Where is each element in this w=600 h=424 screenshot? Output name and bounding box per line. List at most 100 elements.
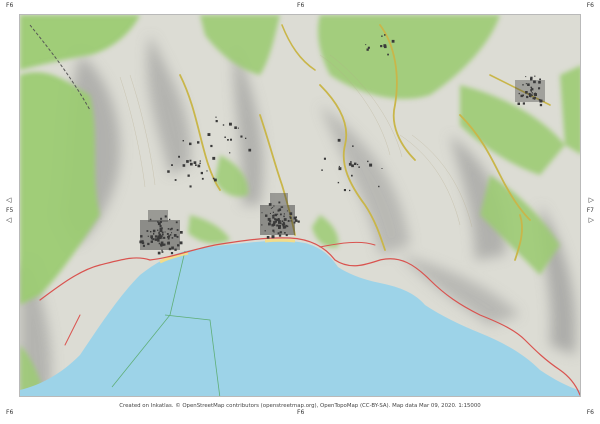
building <box>245 137 247 139</box>
building <box>201 177 204 180</box>
building <box>215 116 217 118</box>
building <box>350 161 352 163</box>
building <box>214 178 217 182</box>
map-sheet: F6 F6 F6 ◁ F5 ◁ ▷ F7 ▷ F6 F6 F6 Created … <box>0 0 600 424</box>
building <box>261 212 263 214</box>
building <box>531 92 533 94</box>
building <box>367 46 370 49</box>
building <box>175 221 178 224</box>
building <box>158 242 161 245</box>
building <box>289 212 293 215</box>
building <box>380 45 383 48</box>
building <box>149 218 152 221</box>
map-credit: Created on Inkatlas. © OpenStreetMap con… <box>119 403 481 409</box>
building <box>528 93 530 95</box>
building <box>530 90 532 92</box>
building <box>538 87 541 90</box>
building <box>189 142 192 146</box>
building <box>159 225 162 228</box>
building <box>199 162 201 164</box>
building <box>161 243 163 245</box>
building <box>273 221 276 224</box>
building <box>321 169 323 171</box>
building <box>266 236 270 239</box>
right-arrow-up-icon: ▷ <box>588 196 594 204</box>
grid-label-bottom-right: F6 <box>586 409 594 416</box>
building <box>152 229 156 233</box>
building <box>272 214 275 217</box>
building <box>286 225 288 227</box>
building <box>337 181 340 184</box>
building <box>534 75 536 77</box>
topo-map <box>20 15 580 396</box>
building <box>383 44 387 47</box>
left-arrow-down-icon: ◁ <box>6 216 12 224</box>
building <box>387 53 389 56</box>
building <box>366 48 369 51</box>
building <box>272 207 274 209</box>
building <box>522 84 524 86</box>
building <box>199 160 201 162</box>
building <box>157 229 159 231</box>
building <box>525 91 528 94</box>
map-frame[interactable] <box>19 14 581 397</box>
building <box>273 231 275 233</box>
building <box>348 162 352 166</box>
building <box>534 96 536 99</box>
building <box>278 220 280 222</box>
building <box>357 163 359 166</box>
building <box>168 241 170 244</box>
building <box>282 224 285 227</box>
building <box>154 235 158 238</box>
building <box>517 102 520 105</box>
building <box>234 126 237 129</box>
building <box>358 166 360 168</box>
building <box>161 249 163 251</box>
building <box>533 80 536 84</box>
building <box>283 215 285 218</box>
building <box>140 235 143 238</box>
building <box>337 138 341 142</box>
building <box>164 231 166 233</box>
building <box>171 164 173 166</box>
building <box>171 227 173 230</box>
building <box>279 231 282 234</box>
building <box>157 222 161 226</box>
building <box>174 248 177 251</box>
building <box>280 213 282 216</box>
building <box>182 140 184 142</box>
building <box>539 103 543 107</box>
building <box>229 122 232 126</box>
building <box>152 238 155 241</box>
building <box>248 148 252 152</box>
grid-label-top-left: F6 <box>6 2 14 9</box>
building <box>540 100 543 102</box>
building <box>531 94 533 96</box>
left-arrow-up-icon: ◁ <box>6 196 12 204</box>
building <box>189 185 192 188</box>
building <box>283 218 287 221</box>
building <box>227 139 229 141</box>
building <box>167 228 170 230</box>
building <box>179 241 183 245</box>
building <box>237 127 239 129</box>
building <box>210 144 213 148</box>
building <box>147 235 149 237</box>
right-arrow-down-icon: ▷ <box>588 216 594 224</box>
building <box>522 102 525 105</box>
building <box>222 124 225 126</box>
building <box>207 133 211 136</box>
building <box>171 232 173 234</box>
building <box>343 189 346 192</box>
building <box>378 185 380 188</box>
building <box>147 242 150 246</box>
building <box>534 93 537 96</box>
building <box>352 145 354 147</box>
building <box>520 94 523 98</box>
building <box>278 226 281 229</box>
building <box>538 81 541 84</box>
building <box>230 138 232 141</box>
grid-label-right: F7 <box>586 207 594 214</box>
building <box>150 235 153 238</box>
building <box>338 165 340 167</box>
